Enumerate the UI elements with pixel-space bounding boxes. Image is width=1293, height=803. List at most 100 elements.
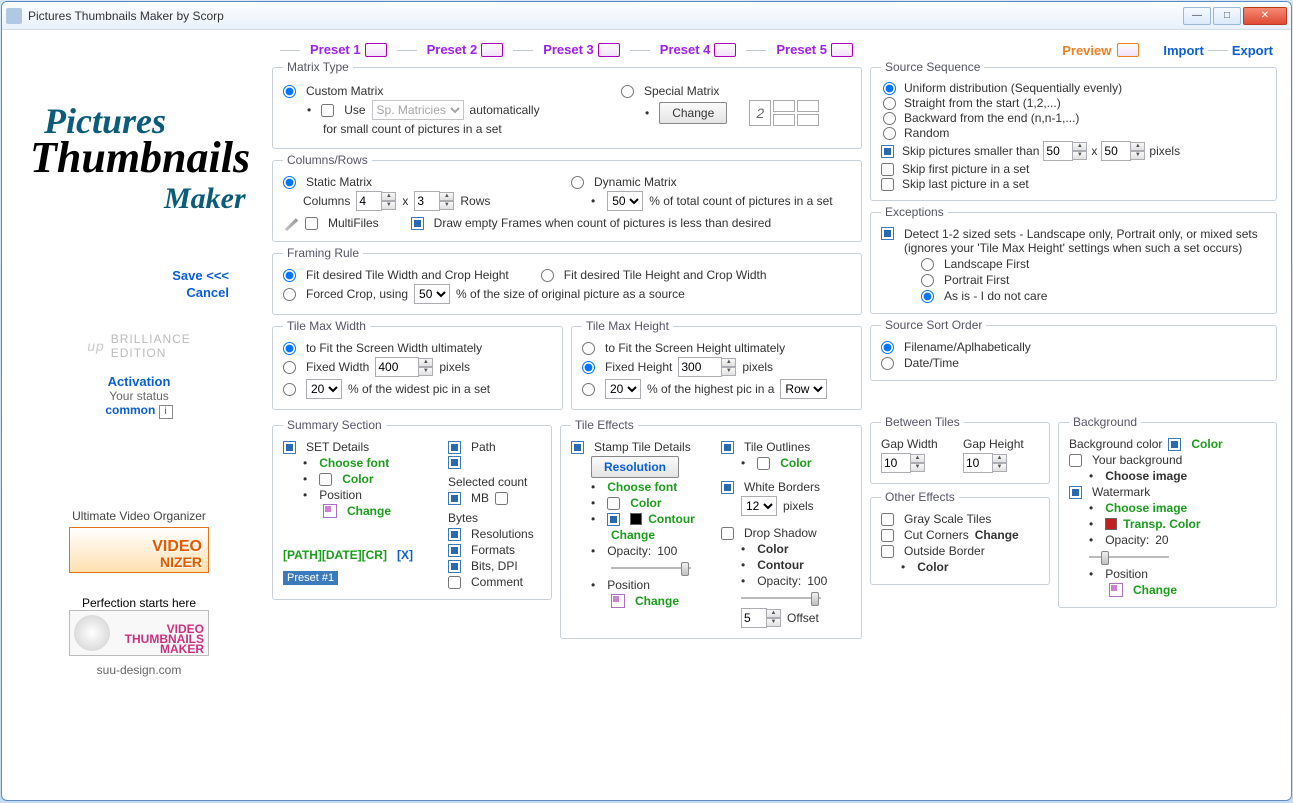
tmw-fixed-radio[interactable]: [283, 361, 296, 374]
maximize-button[interactable]: □: [1213, 7, 1241, 25]
preset-name-field[interactable]: Preset #1: [283, 571, 338, 585]
te-color-checkbox[interactable]: [607, 497, 620, 510]
rows-input[interactable]: [414, 191, 440, 211]
tmw-pct-select[interactable]: 20: [306, 379, 342, 399]
forced-crop-radio[interactable]: [283, 288, 296, 301]
columns-input[interactable]: [356, 191, 382, 211]
selcount-checkbox[interactable]: [448, 456, 461, 469]
custom-matrix-radio[interactable]: [283, 85, 296, 98]
yourbg-checkbox[interactable]: [1069, 454, 1082, 467]
bgcolor-link[interactable]: Color: [1191, 437, 1222, 451]
fit-height-radio[interactable]: [541, 269, 554, 282]
tmh-fixed-radio[interactable]: [582, 361, 595, 374]
static-matrix-radio[interactable]: [283, 176, 296, 189]
asis-radio[interactable]: [921, 290, 934, 303]
color-link[interactable]: Color: [342, 472, 373, 486]
mb-checkbox[interactable]: [448, 492, 461, 505]
close-button[interactable]: ✕: [1243, 7, 1287, 25]
change-matrix-button[interactable]: Change: [659, 102, 727, 124]
preset-2-tab[interactable]: Preset 2: [421, 40, 510, 60]
portrait-first-radio[interactable]: [921, 274, 934, 287]
cutcorners-checkbox[interactable]: [881, 529, 894, 542]
te-contour-checkbox[interactable]: [607, 513, 620, 526]
sort-date-radio[interactable]: [881, 357, 894, 370]
summary-color-checkbox[interactable]: [319, 473, 332, 486]
te-choosefont-link[interactable]: Choose font: [607, 480, 677, 494]
spmatrix-select[interactable]: Sp. Matricies: [372, 100, 464, 120]
save-button[interactable]: Save <<<: [49, 268, 229, 283]
preset-5-tab[interactable]: Preset 5: [770, 40, 859, 60]
te-position-change-link[interactable]: Change: [635, 594, 679, 608]
position-change-link[interactable]: Change: [347, 504, 391, 518]
website-link[interactable]: suu-design.com: [69, 663, 209, 677]
forced-pct-select[interactable]: 50: [414, 284, 450, 304]
tmh-pct-select[interactable]: 20: [605, 379, 641, 399]
skip-h-input[interactable]: [1101, 141, 1131, 161]
landscape-first-radio[interactable]: [921, 258, 934, 271]
path-checkbox[interactable]: [448, 441, 461, 454]
drawempty-checkbox[interactable]: [411, 217, 424, 230]
bgcolor-checkbox[interactable]: [1168, 438, 1181, 451]
videonizer-link[interactable]: NIZER VIDEO: [69, 527, 209, 573]
outside-border-checkbox[interactable]: [881, 545, 894, 558]
resolution-button[interactable]: Resolution: [591, 456, 679, 478]
gap-height-input[interactable]: [963, 453, 993, 473]
transp-color-link[interactable]: Transp. Color: [1123, 517, 1200, 531]
choose-font-link[interactable]: Choose font: [319, 456, 389, 470]
gap-width-input[interactable]: [881, 453, 911, 473]
tmh-fit-radio[interactable]: [582, 342, 595, 355]
use-spmatrix-checkbox[interactable]: [321, 104, 334, 117]
import-button[interactable]: Import: [1163, 43, 1203, 58]
wm-opacity-slider[interactable]: [1089, 549, 1169, 565]
te-color-link[interactable]: Color: [630, 496, 661, 510]
preset-4-tab[interactable]: Preset 4: [654, 40, 743, 60]
stamp-checkbox[interactable]: [571, 441, 584, 454]
vtm-link[interactable]: VIDEOTHUMBNAILSMAKER: [69, 610, 209, 656]
te-contour-link[interactable]: Contour: [648, 512, 695, 526]
activation-link[interactable]: Activation: [105, 374, 172, 389]
wm-position-change-link[interactable]: Change: [1133, 583, 1177, 597]
tmh-row-select[interactable]: Row: [780, 379, 827, 399]
special-matrix-radio[interactable]: [621, 85, 634, 98]
bytes-checkbox[interactable]: [495, 492, 508, 505]
preset-1-tab[interactable]: Preset 1: [304, 40, 393, 60]
offset-input[interactable]: [741, 608, 767, 628]
whiteborder-select[interactable]: 12: [741, 496, 777, 516]
formats-checkbox[interactable]: [448, 544, 461, 557]
set-details-checkbox[interactable]: [283, 441, 296, 454]
stamp-opacity-slider[interactable]: [611, 560, 691, 576]
skip-first-checkbox[interactable]: [881, 163, 894, 176]
cutcorners-change-link[interactable]: Change: [975, 528, 1019, 542]
seq-backward-radio[interactable]: [883, 112, 896, 125]
seq-straight-radio[interactable]: [883, 97, 896, 110]
seq-random-radio[interactable]: [883, 127, 896, 140]
tmw-fixed-input[interactable]: [375, 357, 419, 377]
info-icon[interactable]: i: [159, 405, 173, 419]
wm-chooseimage-link[interactable]: Choose image: [1105, 501, 1187, 515]
skip-w-input[interactable]: [1043, 141, 1073, 161]
preset-3-tab[interactable]: Preset 3: [537, 40, 626, 60]
watermark-checkbox[interactable]: [1069, 486, 1082, 499]
sort-filename-radio[interactable]: [881, 341, 894, 354]
preview-tab[interactable]: Preview: [1062, 43, 1111, 58]
tmw-fit-radio[interactable]: [283, 342, 296, 355]
tmh-fixed-input[interactable]: [678, 357, 722, 377]
seq-uniform-radio[interactable]: [883, 82, 896, 95]
dynamic-pct-select[interactable]: 50: [607, 191, 643, 211]
skip-last-checkbox[interactable]: [881, 178, 894, 191]
outlines-color-checkbox[interactable]: [757, 457, 770, 470]
detect-sets-checkbox[interactable]: [881, 227, 894, 240]
path-x-link[interactable]: [X]: [397, 548, 413, 562]
outlines-color-link[interactable]: Color: [780, 456, 811, 470]
tmh-pct-radio[interactable]: [582, 383, 595, 396]
bits-checkbox[interactable]: [448, 560, 461, 573]
multifiles-checkbox[interactable]: [305, 217, 318, 230]
minimize-button[interactable]: —: [1183, 7, 1211, 25]
dropshadow-checkbox[interactable]: [721, 527, 734, 540]
dynamic-matrix-radio[interactable]: [571, 176, 584, 189]
outlines-checkbox[interactable]: [721, 441, 734, 454]
resolutions-checkbox[interactable]: [448, 528, 461, 541]
grayscale-checkbox[interactable]: [881, 513, 894, 526]
comment-checkbox[interactable]: [448, 576, 461, 589]
export-button[interactable]: Export: [1232, 43, 1273, 58]
